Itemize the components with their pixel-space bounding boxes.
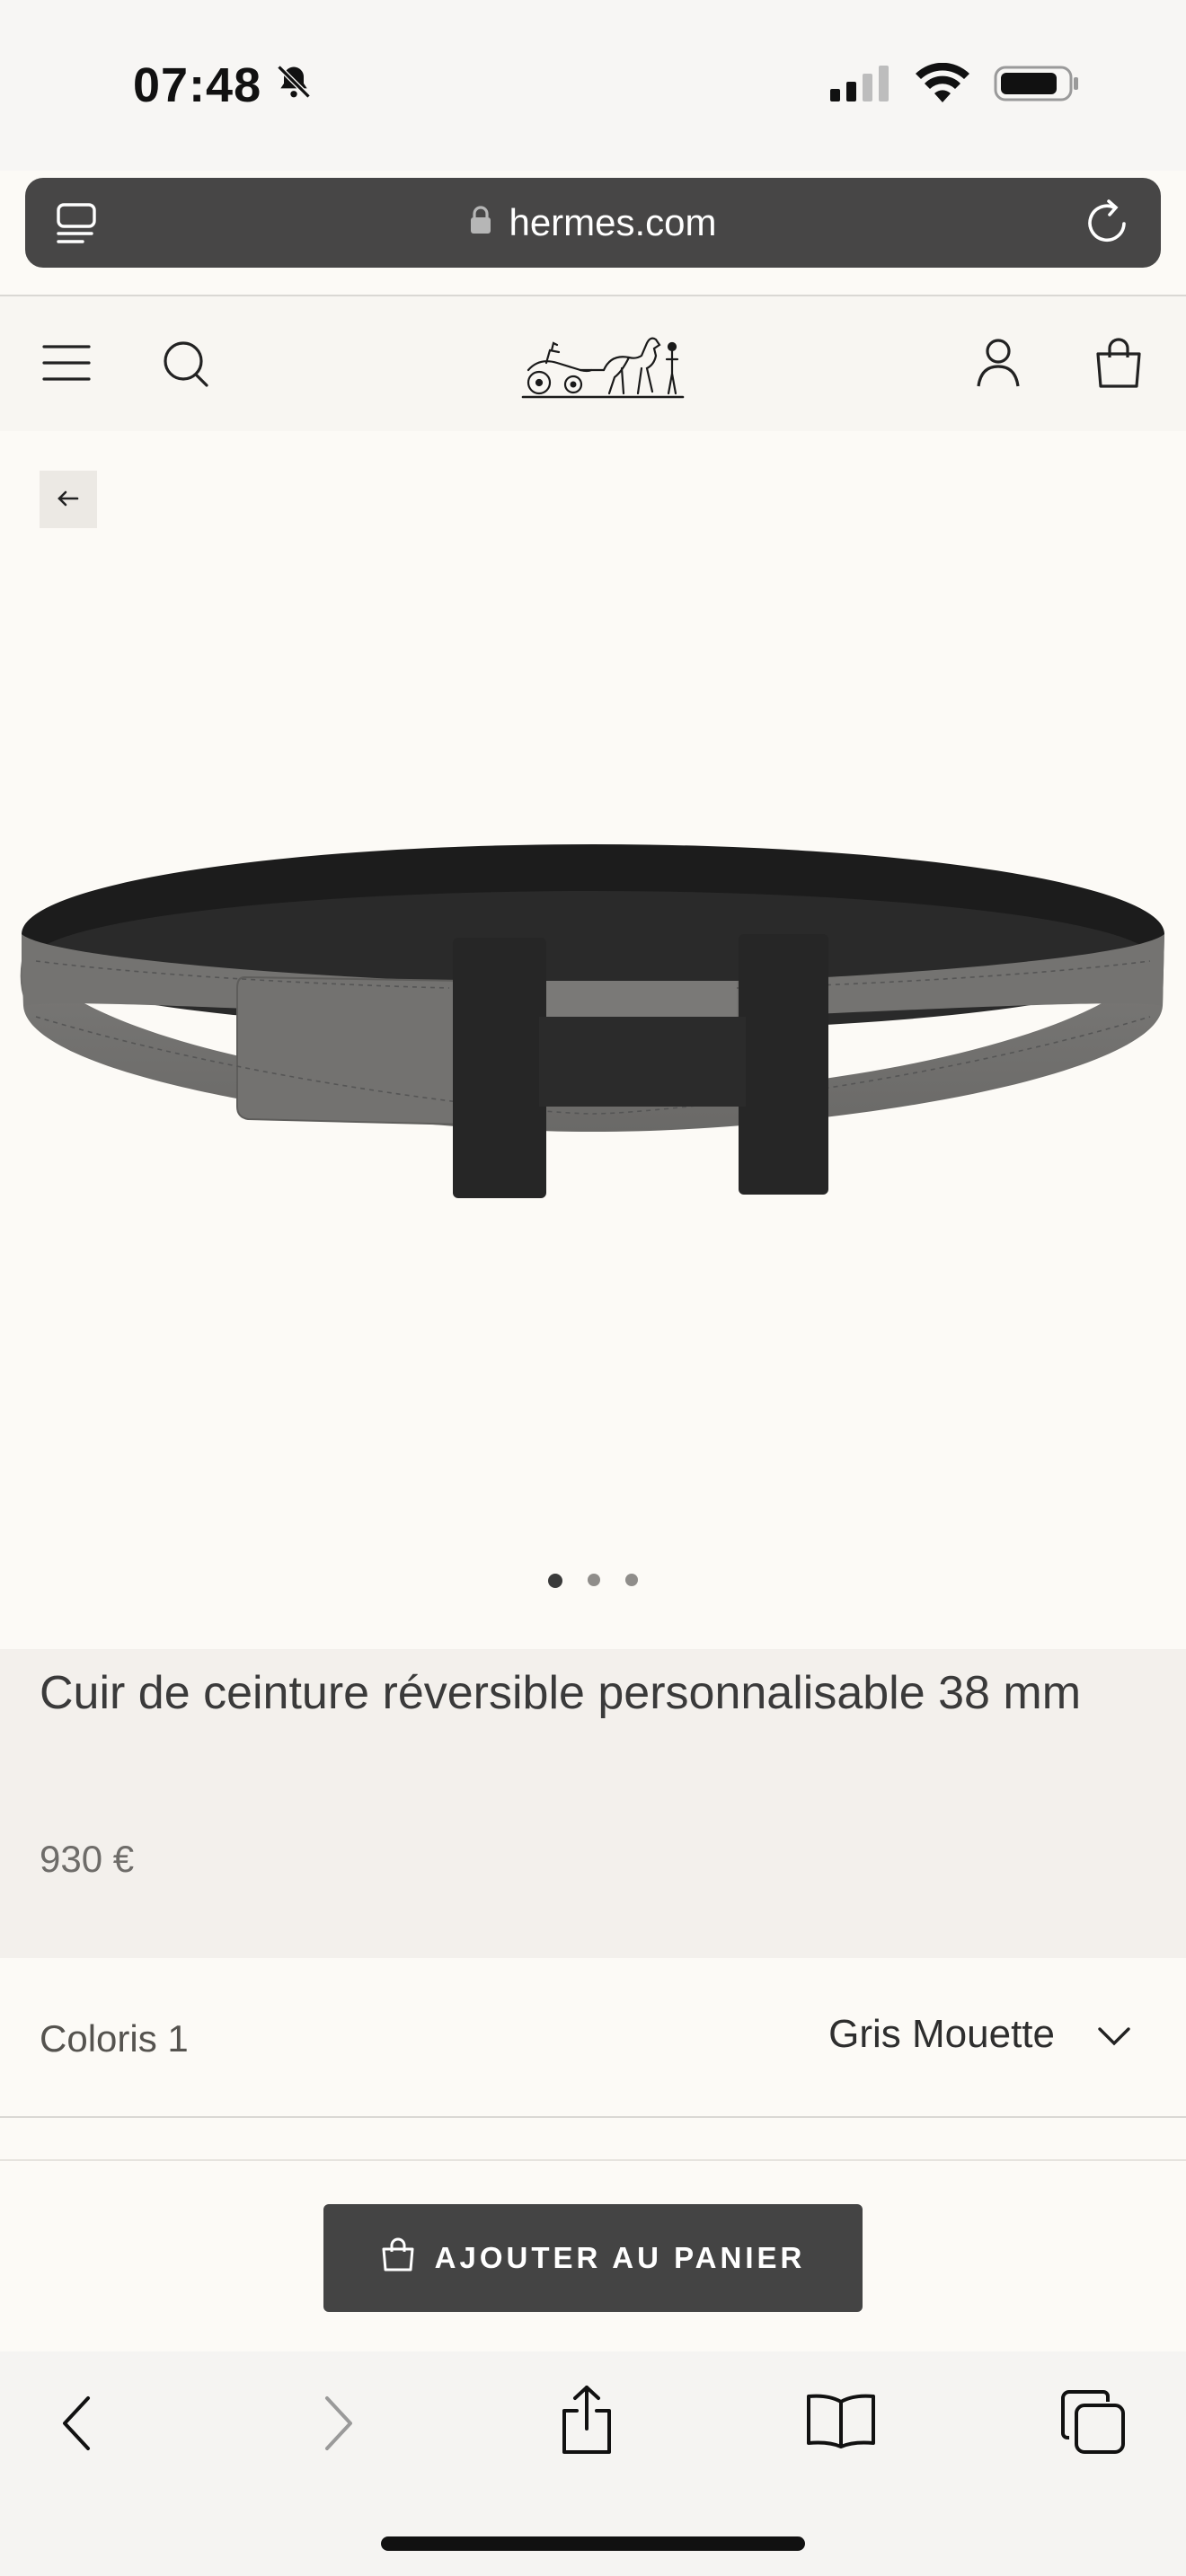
address-bar[interactable]: hermes.com — [25, 178, 1161, 268]
color-value: Gris Mouette — [828, 2012, 1055, 2056]
lock-icon — [469, 201, 492, 244]
shopping-bag-icon — [381, 2236, 415, 2280]
product-price: 930 € — [40, 1838, 135, 1880]
status-time-group: 07:48 — [133, 57, 314, 113]
url-domain: hermes.com — [509, 201, 717, 243]
bell-slash-icon — [274, 57, 314, 113]
chevron-down-icon — [1096, 2012, 1132, 2057]
bookmarks-icon[interactable] — [805, 2391, 877, 2455]
forward-arrow-icon[interactable] — [318, 2393, 358, 2458]
menu-icon[interactable] — [41, 336, 93, 394]
battery-icon — [994, 64, 1080, 108]
wifi-icon — [915, 62, 970, 109]
site-header — [0, 296, 1186, 431]
status-indicators — [828, 62, 1080, 109]
add-to-cart-button[interactable]: AJOUTER AU PANIER — [323, 2204, 863, 2312]
account-icon[interactable] — [976, 336, 1021, 394]
url-display[interactable]: hermes.com — [469, 201, 717, 244]
cart-bar: AJOUTER AU PANIER — [0, 2161, 1186, 2351]
reload-icon[interactable] — [1082, 196, 1134, 252]
share-icon[interactable] — [557, 2384, 616, 2460]
color-label: Coloris 1 — [40, 2017, 189, 2060]
add-to-cart-label: AJOUTER AU PANIER — [434, 2241, 806, 2274]
tabs-icon[interactable] — [1060, 2389, 1127, 2460]
color-option-row[interactable]: Coloris 1 Gris Mouette — [0, 1958, 1186, 2120]
pagination-dot[interactable] — [548, 1574, 562, 1588]
product-title: Cuir de ceinture réversible personnalisa… — [40, 1667, 1082, 1719]
search-icon[interactable] — [162, 336, 212, 394]
gallery-pagination[interactable] — [0, 1574, 1186, 1588]
status-bar: 07:48 — [0, 0, 1186, 171]
pagination-dot[interactable] — [625, 1574, 638, 1586]
status-time: 07:48 — [133, 58, 262, 112]
reader-icon[interactable] — [56, 201, 101, 251]
cellular-signal-icon — [828, 64, 891, 108]
product-image-belt — [20, 844, 1164, 1198]
home-indicator[interactable] — [381, 2536, 805, 2551]
back-arrow-icon[interactable] — [58, 2393, 97, 2458]
product-info: Cuir de ceinture réversible personnalisa… — [0, 1649, 1186, 1958]
gallery-back-button[interactable] — [40, 471, 97, 528]
product-gallery[interactable] — [0, 431, 1186, 1649]
pagination-dot[interactable] — [588, 1574, 600, 1586]
color-select[interactable]: Gris Mouette — [828, 2012, 1132, 2057]
arrow-left-icon — [57, 490, 80, 510]
hermes-logo[interactable] — [521, 318, 685, 407]
bag-icon[interactable] — [1094, 336, 1143, 394]
option-divider — [0, 2116, 1186, 2118]
